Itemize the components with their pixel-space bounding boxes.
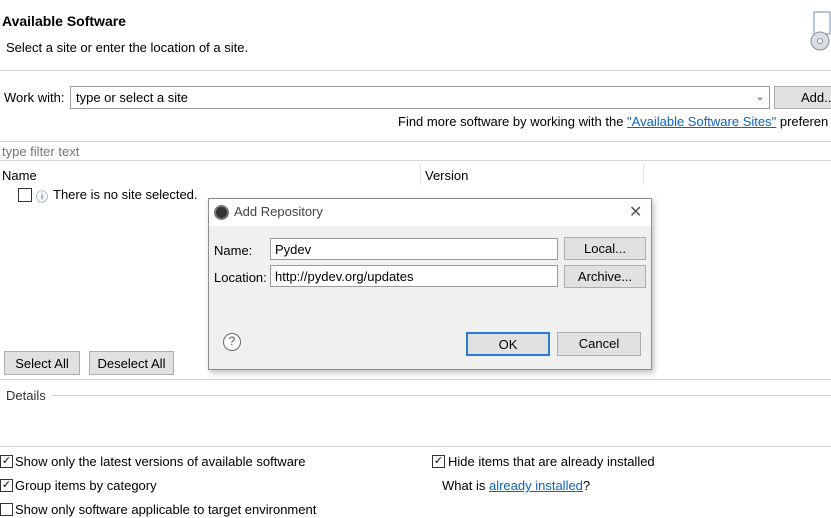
column-divider xyxy=(420,165,421,185)
cancel-button[interactable]: Cancel xyxy=(557,332,641,356)
show-latest-checkbox[interactable]: ✓ xyxy=(0,455,13,468)
group-by-category-checkbox[interactable]: ✓ xyxy=(0,479,13,492)
ok-button[interactable]: OK xyxy=(466,332,550,356)
archive-button[interactable]: Archive... xyxy=(564,265,646,288)
deselect-all-button[interactable]: Deselect All xyxy=(89,351,174,375)
hide-installed-checkbox[interactable]: ✓ xyxy=(432,455,445,468)
details-divider xyxy=(52,395,831,396)
page-title: Available Software xyxy=(2,13,126,29)
already-installed-link[interactable]: already installed xyxy=(489,478,583,493)
location-label: Location: xyxy=(214,270,267,285)
group-by-category-label: Group items by category xyxy=(15,478,157,493)
what-is-installed-text: What is already installed? xyxy=(442,478,590,493)
dialog-title: Add Repository xyxy=(234,204,323,219)
help-icon[interactable]: ? xyxy=(223,333,241,351)
info-icon: ⓘ xyxy=(36,190,49,204)
work-with-label: Work with: xyxy=(4,90,65,105)
empty-table-message: There is no site selected. xyxy=(53,187,198,202)
add-button[interactable]: Add... xyxy=(774,86,831,109)
name-label: Name: xyxy=(214,243,253,258)
header-separator xyxy=(0,70,831,71)
page-subtitle: Select a site or enter the location of a… xyxy=(6,40,249,55)
what-is-prefix: What is xyxy=(442,478,489,493)
local-button[interactable]: Local... xyxy=(564,237,646,260)
install-wizard-icon xyxy=(810,11,831,51)
close-icon[interactable]: ✕ xyxy=(629,202,642,222)
show-latest-label: Show only the latest versions of availab… xyxy=(15,454,306,469)
available-software-sites-link[interactable]: "Available Software Sites" xyxy=(627,114,776,129)
column-divider xyxy=(643,165,644,185)
column-header-version[interactable]: Version xyxy=(425,168,468,183)
hide-installed-label: Hide items that are already installed xyxy=(448,454,655,469)
work-with-combo[interactable] xyxy=(70,86,770,109)
chevron-down-icon[interactable]: ⌄ xyxy=(753,90,767,104)
dialog-titlebar[interactable]: Add Repository ✕ xyxy=(209,199,651,226)
find-more-suffix: preferen xyxy=(776,114,829,129)
show-applicable-label: Show only software applicable to target … xyxy=(15,502,317,517)
name-field[interactable] xyxy=(270,238,558,260)
what-is-suffix: ? xyxy=(582,478,591,493)
location-field[interactable] xyxy=(270,265,558,287)
find-more-text: Find more software by working with the "… xyxy=(398,114,828,129)
details-label: Details xyxy=(6,388,46,403)
column-header-name[interactable]: Name xyxy=(2,168,37,183)
eclipse-icon xyxy=(214,205,229,220)
show-applicable-checkbox[interactable] xyxy=(0,503,13,516)
add-repository-dialog: Add Repository ✕ Name: Local... Location… xyxy=(208,198,652,370)
select-all-button[interactable]: Select All xyxy=(4,351,80,375)
options-separator xyxy=(0,446,831,447)
find-more-prefix: Find more software by working with the xyxy=(398,114,628,129)
filter-input[interactable] xyxy=(0,141,831,161)
details-separator xyxy=(0,379,831,380)
tree-item-checkbox[interactable] xyxy=(18,188,32,202)
